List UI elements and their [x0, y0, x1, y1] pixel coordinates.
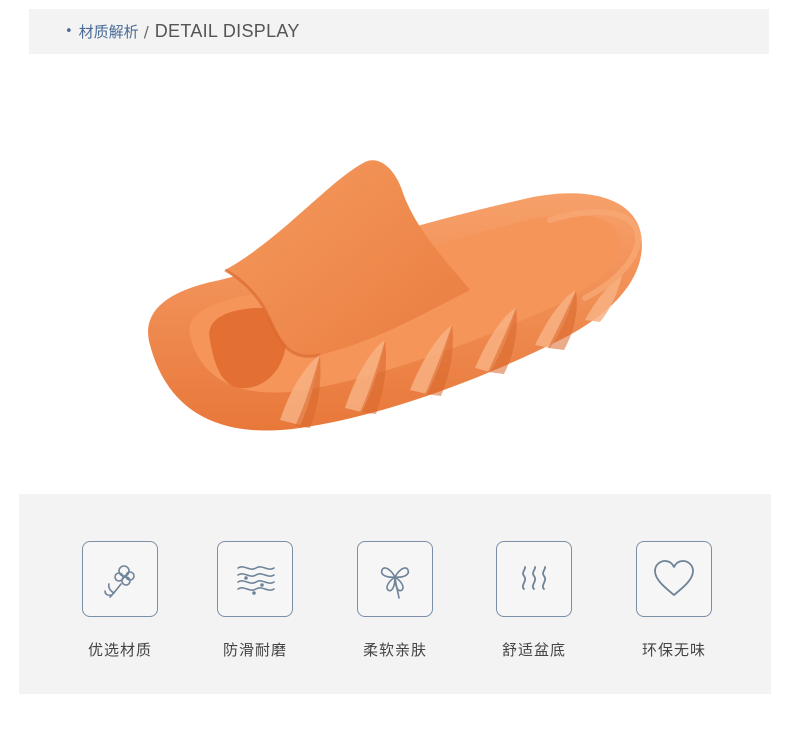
feature-label: 环保无味	[641, 641, 706, 659]
feature-item: 柔软亲肤	[340, 541, 450, 660]
header-title-en: DETAIL DISPLAY	[154, 21, 300, 41]
feature-icon-box	[82, 541, 158, 617]
feature-icon-box	[357, 541, 433, 617]
feature-item: 防滑耐磨	[200, 541, 310, 660]
slide-sandal-illustration	[148, 160, 642, 431]
feature-label: 防滑耐磨	[222, 641, 287, 659]
steam-icon	[521, 566, 547, 590]
feature-icon-box	[496, 541, 572, 617]
header-bullet: •	[65, 24, 73, 39]
feature-item: 舒适盆底	[479, 541, 589, 660]
header-title-cn: 材质解析	[78, 23, 139, 41]
feature-label: 优选材质	[87, 641, 152, 659]
section-header: • 材质解析 / DETAIL DISPLAY	[29, 9, 769, 54]
clover-icon	[380, 567, 410, 599]
product-image	[130, 150, 670, 450]
feature-item: 环保无味	[619, 541, 729, 660]
feature-label: 舒适盆底	[501, 641, 566, 659]
feature-panel: 优选材质 防滑耐磨 柔软亲肤 舒适盆底 环保无味	[19, 494, 771, 694]
wave-lines-icon	[237, 566, 275, 595]
feature-item: 优选材质	[65, 541, 175, 660]
heart-icon	[654, 560, 694, 596]
feature-icon-box	[217, 541, 293, 617]
feature-icon-box	[636, 541, 712, 617]
header-separator: /	[143, 22, 149, 41]
feature-label: 柔软亲肤	[362, 641, 427, 659]
cotton-flower-icon	[104, 565, 135, 598]
